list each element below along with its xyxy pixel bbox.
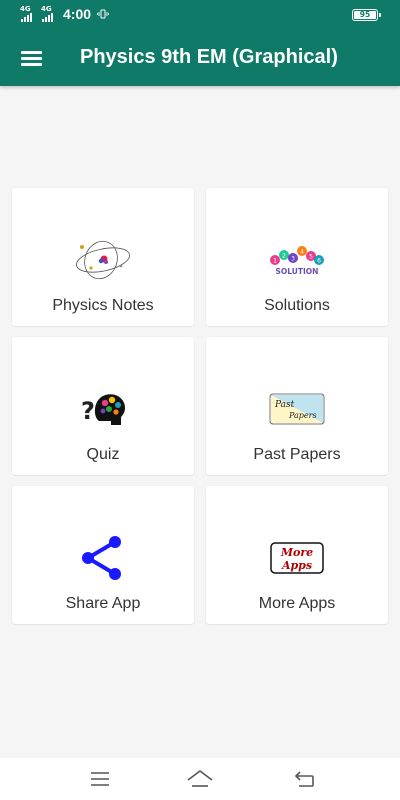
question-brain-gears-icon: ?	[81, 394, 125, 425]
battery-level: 95	[354, 11, 376, 19]
more-apps-icon-text: More	[280, 546, 313, 559]
share-icon	[82, 536, 121, 580]
back-icon[interactable]	[289, 766, 319, 792]
vibrate-icon	[97, 9, 109, 19]
signal-icon: 4G	[41, 6, 57, 22]
share-app-card[interactable]: Share App	[12, 486, 194, 624]
battery-icon: 95	[352, 9, 381, 21]
solution-balloons-icon: 1 2 3 4 5 6 SOLUTION	[270, 246, 324, 276]
past-papers-card[interactable]: Past Papers Past Papers	[206, 337, 388, 475]
menu-lines-icon[interactable]	[85, 766, 115, 792]
share-app-label: Share App	[65, 595, 141, 612]
signal-icon: 4G	[20, 6, 36, 22]
solutions-card[interactable]: 1 2 3 4 5 6 SOLUTION Solutions	[206, 188, 388, 326]
balloon-letter: 1	[273, 258, 277, 265]
physics-notes-label: Physics Notes	[52, 297, 154, 314]
more-apps-label: More Apps	[258, 595, 336, 612]
more-apps-icon-text: Apps	[281, 559, 312, 572]
balloon-letter: 3	[291, 256, 295, 263]
atom-icon	[76, 240, 130, 280]
balloon-letter: 6	[317, 258, 321, 265]
past-papers-icon-text: Papers	[288, 411, 317, 420]
past-papers-icon: Past Papers	[269, 393, 325, 425]
balloon-letter: 5	[309, 254, 313, 261]
home-icon[interactable]	[185, 766, 215, 792]
past-papers-icon-text: Past	[274, 400, 295, 410]
app-bar: Physics 9th EM (Graphical)	[0, 29, 400, 86]
balloon-letter: 4	[300, 249, 304, 256]
solution-icon-text: SOLUTION	[276, 267, 319, 276]
network-type-label: 4G	[20, 5, 31, 13]
page-title: Physics 9th EM (Graphical)	[80, 46, 338, 68]
quiz-card[interactable]: ? Quiz	[12, 337, 194, 475]
quiz-label: Quiz	[86, 446, 120, 463]
status-bar: 4G 4G 4:00 95	[0, 0, 400, 29]
navigation-bar	[0, 758, 400, 800]
hamburger-menu-icon[interactable]	[13, 44, 49, 72]
solutions-label: Solutions	[264, 297, 330, 314]
past-papers-label: Past Papers	[253, 446, 341, 463]
more-apps-icon: More Apps	[270, 542, 324, 574]
balloon-letter: 2	[282, 253, 286, 260]
physics-notes-card[interactable]: Physics Notes	[12, 188, 194, 326]
question-mark: ?	[81, 397, 95, 425]
clock: 4:00	[63, 6, 92, 22]
network-type-label: 4G	[41, 5, 52, 13]
more-apps-card[interactable]: More Apps More Apps	[206, 486, 388, 624]
